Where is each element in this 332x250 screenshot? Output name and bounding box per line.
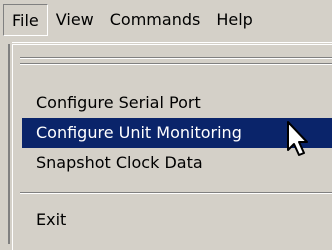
menu-separator-top bbox=[20, 57, 332, 59]
menu-left-border bbox=[8, 44, 10, 244]
menu-separator-top-2 bbox=[20, 63, 332, 65]
menu-item-exit[interactable]: Exit bbox=[22, 205, 332, 235]
menu-file[interactable]: File bbox=[3, 4, 48, 36]
menu-separator-exit bbox=[20, 192, 332, 194]
mouse-pointer-icon bbox=[287, 121, 308, 156]
menu-top-border bbox=[12, 42, 332, 43]
menu-commands[interactable]: Commands bbox=[102, 4, 209, 36]
menu-item-configure-serial-port[interactable]: Configure Serial Port bbox=[22, 88, 332, 118]
menu-help[interactable]: Help bbox=[208, 4, 260, 36]
menu-bar: File View Commands Help bbox=[0, 0, 332, 40]
menu-view[interactable]: View bbox=[48, 4, 102, 36]
